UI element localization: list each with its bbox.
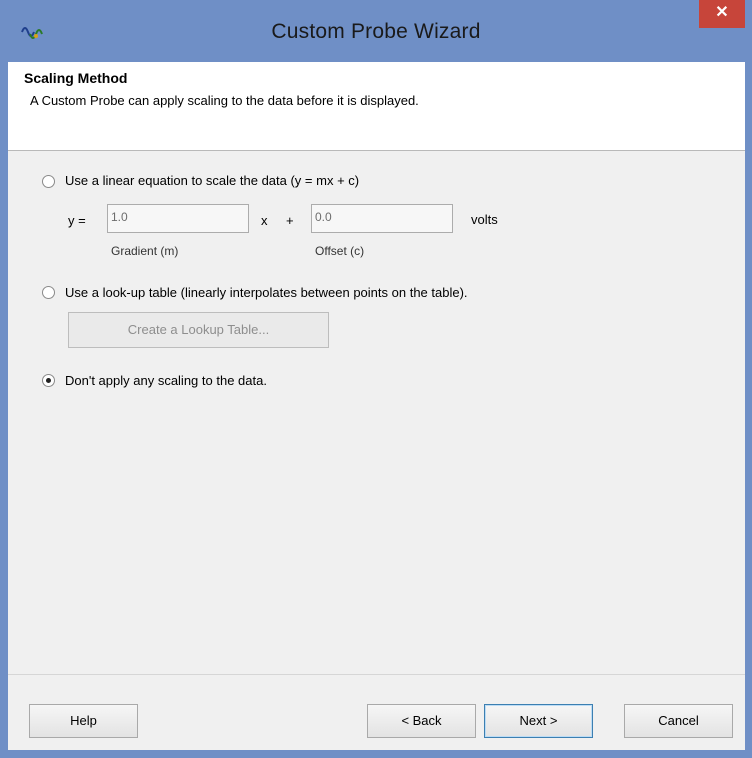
x-label: x (261, 213, 268, 228)
page-header: Scaling Method A Custom Probe can apply … (8, 62, 745, 151)
title-bar[interactable]: Custom Probe Wizard ✕ (0, 0, 752, 62)
lookup-radio[interactable] (42, 286, 55, 299)
volts-label: volts (471, 212, 498, 227)
footer-divider (8, 674, 745, 675)
offset-input[interactable]: 0.0 (311, 204, 453, 233)
offset-caption: Offset (c) (315, 244, 365, 258)
help-button[interactable]: Help (29, 704, 138, 738)
page-title: Scaling Method (24, 70, 128, 86)
radio-selected-dot (46, 378, 51, 383)
gradient-input[interactable]: 1.0 (107, 204, 249, 233)
window-title: Custom Probe Wizard (271, 20, 481, 43)
cancel-button[interactable]: Cancel (624, 704, 733, 738)
y-equals-label: y = (68, 213, 86, 228)
create-lookup-table-button[interactable]: Create a Lookup Table... (68, 312, 329, 348)
page-subtitle: A Custom Probe can apply scaling to the … (30, 93, 419, 108)
no-scaling-radio[interactable] (42, 374, 55, 387)
lookup-radio-label[interactable]: Use a look-up table (linearly interpolat… (65, 285, 468, 300)
gradient-caption: Gradient (m) (111, 244, 179, 258)
linear-radio[interactable] (42, 175, 55, 188)
linear-radio-label[interactable]: Use a linear equation to scale the data … (65, 173, 359, 188)
plus-label: + (286, 213, 294, 228)
close-button[interactable]: ✕ (699, 0, 745, 28)
back-button[interactable]: < Back (367, 704, 476, 738)
next-button[interactable]: Next > (484, 704, 593, 738)
wizard-body: Scaling Method A Custom Probe can apply … (8, 62, 745, 750)
no-scaling-radio-label[interactable]: Don't apply any scaling to the data. (65, 373, 267, 388)
wizard-window: Custom Probe Wizard ✕ Scaling Method A C… (0, 0, 752, 758)
